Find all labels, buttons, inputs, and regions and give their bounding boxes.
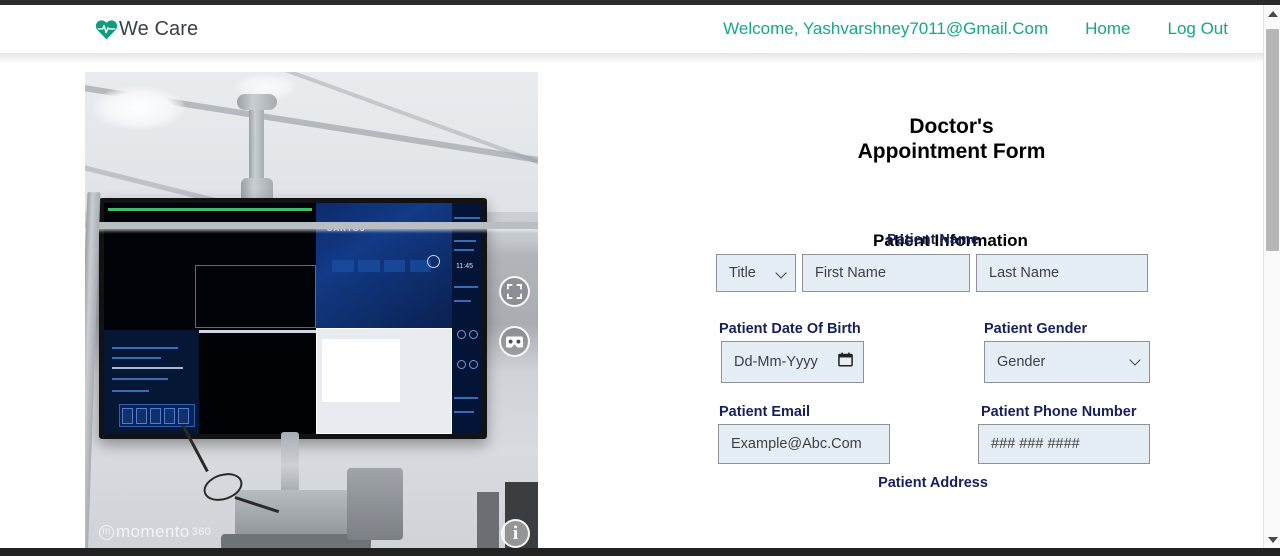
panorama-photo: CARTO3 11:45 i m momento 360 <box>85 72 538 556</box>
foreground-rail <box>85 222 538 556</box>
phone-row <box>978 424 1150 464</box>
page-title-line1: Doctor's <box>909 115 994 138</box>
chevron-up-icon <box>1267 10 1278 17</box>
page-scrollbar[interactable] <box>1263 5 1280 548</box>
fullscreen-button[interactable] <box>499 276 530 307</box>
info-icon: i <box>512 523 519 544</box>
last-name-input[interactable] <box>976 254 1148 292</box>
nav-link-home[interactable]: Home <box>1085 19 1130 39</box>
dob-input-wrap <box>721 341 864 383</box>
address-label: Patient Address <box>878 475 988 491</box>
panorama-viewer[interactable]: CARTO3 11:45 i m momento 360 <box>85 72 538 556</box>
heart-pulse-icon <box>95 19 118 39</box>
email-row <box>718 424 890 464</box>
email-input[interactable] <box>718 424 890 464</box>
welcome-message: Welcome, Yashvarshney7011@Gmail.Com <box>723 19 1049 38</box>
page-title: Doctor's Appointment Form <box>600 114 1263 164</box>
site-header: We Care Welcome, Yashvarshney7011@Gmail.… <box>0 5 1263 53</box>
scroll-up-button[interactable] <box>1264 5 1280 22</box>
chevron-down-icon <box>1267 536 1278 543</box>
info-button[interactable]: i <box>501 519 530 548</box>
header-nav: Welcome, Yashvarshney7011@Gmail.Com Home… <box>723 19 1228 39</box>
ceiling-light-1 <box>93 86 185 130</box>
watermark-m-icon: m <box>99 524 114 540</box>
watermark-text: momento <box>116 522 190 541</box>
phone-input[interactable] <box>978 424 1150 464</box>
brand-logo[interactable]: We Care <box>95 19 198 40</box>
wall-panel-1 <box>477 492 499 556</box>
vr-goggles-icon <box>506 335 523 348</box>
gender-row: Gender <box>984 341 1150 383</box>
browser-top-strip <box>0 0 1280 5</box>
title-select[interactable]: Title <box>716 254 796 292</box>
scrollbar-thumb[interactable] <box>1266 29 1279 251</box>
dob-row <box>721 341 864 383</box>
nav-link-logout[interactable]: Log Out <box>1168 19 1229 39</box>
title-select-wrap: Title <box>716 254 796 292</box>
watermark-suffix: 360 <box>191 526 212 538</box>
patient-name-row: Title <box>716 254 1148 292</box>
vr-mode-button[interactable] <box>499 326 530 357</box>
gender-label: Patient Gender <box>984 321 1088 337</box>
gender-select-wrap: Gender <box>984 341 1150 383</box>
dob-input[interactable] <box>721 341 864 383</box>
main-content: CARTO3 11:45 i m momento 360 Doctor's Ap… <box>0 63 1263 556</box>
screen-green-trace <box>107 207 312 211</box>
dob-label: Patient Date Of Birth <box>719 321 861 337</box>
fullscreen-icon <box>507 284 522 299</box>
email-label: Patient Email <box>719 404 811 420</box>
phone-label: Patient Phone Number <box>981 404 1137 420</box>
scroll-down-button[interactable] <box>1264 531 1280 548</box>
appointment-form: Doctor's Appointment Form Patient Inform… <box>600 63 1263 556</box>
page-root: We Care Welcome, Yashvarshney7011@Gmail.… <box>0 0 1280 556</box>
patient-name-label: Patient Name <box>887 232 979 248</box>
gender-select[interactable]: Gender <box>984 341 1150 383</box>
first-name-input[interactable] <box>802 254 970 292</box>
brand-name: We Care <box>119 18 199 40</box>
momento360-watermark: m momento 360 <box>99 522 211 542</box>
browser-bottom-strip <box>0 548 1280 556</box>
header-shadow <box>0 53 1263 63</box>
mount-joint-top <box>237 94 277 110</box>
page-title-line2: Appointment Form <box>857 140 1046 163</box>
